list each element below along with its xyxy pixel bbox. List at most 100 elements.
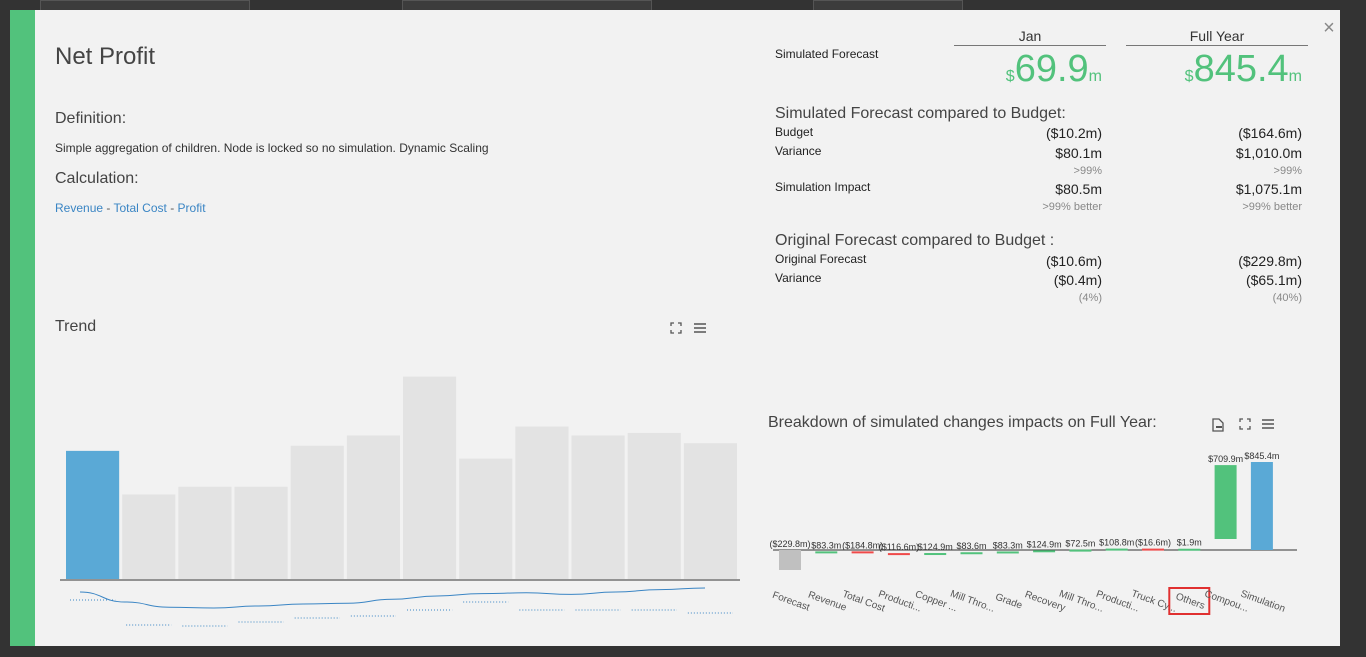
column-header-full-year: Full Year — [1126, 28, 1308, 46]
variance-jan: $80.1m — [1055, 145, 1102, 161]
trend-bar — [234, 486, 288, 579]
original-variance-fy: ($65.1m) — [1245, 272, 1302, 288]
original-forecast-label: Original Forecast — [775, 252, 867, 266]
waterfall-data-label: $83.3m — [993, 540, 1023, 550]
modal-accent-bar — [10, 10, 35, 646]
trend-bar — [515, 426, 569, 579]
waterfall-bar — [924, 553, 947, 556]
simulated-forecast-label: Simulated Forecast — [775, 47, 879, 61]
fullscreen-icon[interactable] — [1238, 418, 1252, 432]
calculation-formula: Revenue - Total Cost - Profit — [55, 201, 206, 215]
variance-jan-pct: >99% — [1073, 165, 1102, 177]
budget-jan: ($10.2m) — [1045, 125, 1102, 141]
menu-icon[interactable] — [1261, 418, 1275, 432]
budget-fy: ($164.6m) — [1238, 125, 1302, 141]
waterfall-bar — [1105, 548, 1128, 551]
fy-number: 845.4 — [1193, 48, 1289, 90]
jan-forecast-value: $69.9m — [1006, 48, 1102, 91]
page-title: Net Profit — [55, 43, 156, 70]
trend-bar — [290, 445, 344, 579]
jan-number: 69.9 — [1014, 48, 1089, 90]
waterfall-data-label: ($229.8m) — [769, 539, 810, 549]
unit-symbol: m — [1088, 68, 1102, 85]
sim-impact-jan: $80.5m — [1055, 181, 1102, 197]
sim-impact-fy: $1,075.1m — [1235, 181, 1302, 197]
waterfall-bar — [887, 553, 910, 556]
waterfall-data-label: $108.8m — [1099, 538, 1134, 548]
trend-bar — [683, 443, 737, 579]
waterfall-bar — [1142, 548, 1164, 551]
unit-symbol: m — [1288, 68, 1302, 85]
sim-impact-jan-note: >99% better — [1042, 201, 1102, 213]
original-section-heading: Original Forecast compared to Budget : — [775, 232, 1055, 249]
breakdown-waterfall-chart: ($229.8m)Forecast$83.3mRevenue($184.8m)T… — [769, 451, 1297, 615]
waterfall-data-label: $124.9m — [918, 542, 953, 552]
waterfall-data-label: ($116.6m) — [879, 542, 919, 552]
trend-bar — [178, 486, 232, 579]
currency-symbol: $ — [1005, 68, 1015, 85]
trend-bar — [66, 450, 120, 579]
waterfall-data-label: $83.3m — [811, 540, 841, 550]
waterfall-category-label: Others — [1174, 591, 1206, 612]
waterfall-data-label: ($184.8m) — [842, 540, 883, 550]
original-variance-jan-pct: (4%) — [1078, 292, 1102, 304]
original-variance-jan: ($0.4m) — [1053, 272, 1102, 288]
trend-bar — [122, 494, 176, 579]
trend-bar — [346, 435, 400, 579]
close-icon[interactable]: × — [1320, 18, 1338, 38]
trend-bar — [571, 435, 625, 579]
waterfall-data-label: $72.5m — [1065, 539, 1095, 549]
waterfall-bar — [1033, 550, 1056, 553]
trend-line — [79, 587, 706, 609]
trend-title: Trend — [55, 318, 97, 335]
original-variance-fy-pct: (40%) — [1272, 292, 1302, 304]
waterfall-data-label: $83.6m — [956, 541, 986, 551]
calc-link-total-cost[interactable]: Total Cost — [114, 201, 167, 215]
waterfall-bar — [1214, 465, 1237, 539]
original-variance-label: Variance — [775, 271, 822, 285]
menu-icon[interactable] — [693, 322, 707, 336]
calc-link-profit[interactable]: Profit — [178, 201, 206, 215]
waterfall-bar — [851, 551, 874, 554]
original-forecast-jan: ($10.6m) — [1045, 253, 1102, 269]
trend-bar — [627, 432, 681, 579]
waterfall-bar — [1069, 549, 1092, 552]
column-header-jan: Jan — [954, 28, 1106, 46]
sim-impact-fy-note: >99% better — [1242, 201, 1302, 213]
definition-text: Simple aggregation of children. Node is … — [55, 141, 489, 155]
trend-bar — [459, 458, 513, 579]
calc-separator: - — [166, 201, 178, 215]
waterfall-bar — [1250, 462, 1273, 550]
waterfall-bar — [1178, 548, 1201, 551]
export-icon[interactable] — [1211, 418, 1225, 432]
breakdown-chart-title: Breakdown of simulated changes impacts o… — [768, 414, 1157, 431]
variance-label: Variance — [775, 144, 822, 158]
calc-separator: - — [103, 201, 114, 215]
trend-bar — [403, 376, 457, 579]
budget-label: Budget — [775, 125, 814, 139]
calculation-heading: Calculation: — [55, 170, 139, 187]
variance-fy: $1,010.0m — [1235, 145, 1302, 161]
trend-chart — [60, 376, 740, 627]
fullscreen-icon[interactable] — [669, 322, 683, 336]
variance-fy-pct: >99% — [1273, 165, 1302, 177]
waterfall-data-label: ($16.6m) — [1135, 538, 1171, 548]
waterfall-bar — [996, 551, 1019, 554]
definition-heading: Definition: — [55, 110, 127, 127]
waterfall-data-label: $845.4m — [1244, 451, 1279, 461]
waterfall-data-label: $124.9m — [1027, 539, 1062, 549]
sim-impact-label: Simulation Impact — [775, 180, 871, 194]
waterfall-category-label: Forecast — [771, 590, 812, 614]
waterfall-data-label: $709.9m — [1208, 454, 1243, 464]
waterfall-bar — [960, 552, 983, 555]
waterfall-data-label: $1.9m — [1177, 538, 1202, 548]
calc-link-revenue[interactable]: Revenue — [55, 201, 103, 215]
waterfall-category-label: Grade — [994, 592, 1024, 612]
waterfall-bar — [815, 551, 838, 554]
budget-section-heading: Simulated Forecast compared to Budget: — [775, 105, 1066, 122]
fy-forecast-value: $845.4m — [1185, 48, 1302, 91]
original-forecast-fy: ($229.8m) — [1238, 253, 1302, 269]
waterfall-bar — [779, 550, 801, 570]
currency-symbol: $ — [1184, 68, 1194, 85]
net-profit-modal: × Net Profit Definition: Simple aggregat… — [10, 10, 1340, 646]
